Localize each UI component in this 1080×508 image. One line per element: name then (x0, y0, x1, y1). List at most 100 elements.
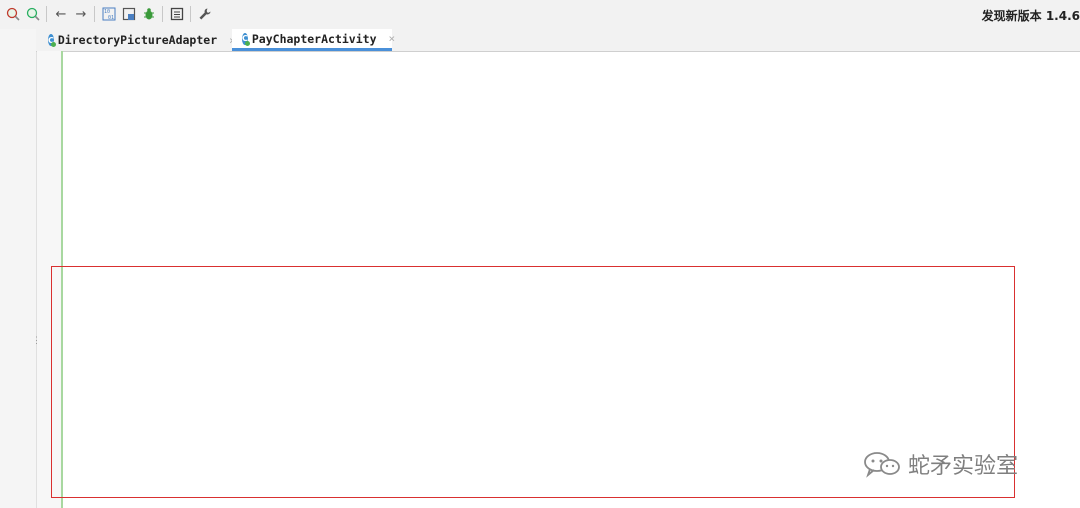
code-line[interactable]: } (91, 222, 97, 237)
code-line[interactable]: public boolean isRegisterEventBus() { (91, 251, 327, 266)
code-line[interactable]: isHasReadPay = true; (91, 370, 244, 385)
code-token: TextView mTvPayMoney; (91, 104, 225, 117)
code-token: String (499, 311, 538, 324)
code-line[interactable]: public void initData(Bundle bundle) { (91, 207, 327, 222)
code-token: ; (314, 178, 321, 191)
code-line[interactable]: @BindView(R2.id.tv_vip) (91, 118, 238, 133)
watermark: 蛇矛实验室 (862, 448, 1018, 480)
code-token: intent.putExtra(ChapterListItemBean. (91, 400, 347, 413)
splitter-handle[interactable]: ⋮ (32, 336, 41, 346)
code-token: TextView tvVip; (91, 133, 187, 146)
code-token: intent.putExtra( (91, 444, 219, 457)
code-token: initData(Bundle bundle) { (161, 207, 327, 220)
code-line[interactable]: Intent intent = new Intent(activity, Pay… (91, 384, 518, 399)
tab-pay-chapter-activity[interactable]: C PayChapterActivity × (232, 29, 395, 51)
code-token: , str2); (275, 429, 327, 442)
line-number-gutter (37, 51, 61, 508)
code-token: ( (237, 474, 245, 487)
code-token: new (218, 385, 238, 398)
code-line[interactable]: TextView mTvPayChapter; (91, 74, 238, 89)
code-token: Intent intent = (91, 385, 219, 398)
code-token: intent.putExtra( (91, 429, 219, 442)
code-token: if (116, 326, 130, 339)
log-window-icon[interactable] (168, 5, 186, 23)
binary-icon[interactable]: 10 01 (100, 5, 118, 23)
code-line[interactable]: return; (91, 340, 187, 355)
code-token: str, (460, 311, 500, 324)
code-token: boolean (926, 311, 972, 324)
code-token: .getSimpleName(), chapterListItemBean); (378, 400, 627, 413)
code-line[interactable]: private int selectPayType = 1; (91, 162, 282, 177)
bug-icon[interactable] (140, 5, 158, 23)
code-token: intent.putExtra( (91, 415, 219, 427)
code-token: public void (91, 207, 162, 220)
code-token: (R2.id.tv_pay_money) (148, 89, 276, 102)
code-line[interactable]: } (91, 281, 97, 296)
code-line[interactable]: } (91, 488, 97, 503)
code-token: isRegisterEventBus() { (180, 252, 327, 265)
code-token: private boolean (91, 178, 187, 191)
code-token: ; (276, 163, 283, 176)
code-line[interactable]: intent.putExtra("isWeb", z); (91, 458, 295, 473)
code-line[interactable]: intent.putExtra("comicName", str); (91, 414, 333, 429)
code-line[interactable]: Utils.startActivity(null, activity, inte… (91, 473, 397, 488)
code-token: null (244, 474, 270, 487)
code-token: class (346, 400, 379, 413)
back-arrow-icon[interactable]: ← (52, 5, 70, 23)
zoom-out-icon[interactable] (24, 5, 42, 23)
wrench-icon[interactable] (196, 5, 214, 23)
code-token: } (91, 355, 123, 368)
code-token: , z); (263, 459, 296, 472)
forward-arrow-icon[interactable]: → (72, 5, 90, 23)
code-line[interactable]: TextView mTvPayMoney; (91, 103, 225, 118)
code-token: ); (505, 385, 519, 398)
code-line[interactable]: if (isHasReadPay) { (91, 325, 238, 340)
tab-directory-picture-adapter[interactable]: C DirectoryPictureAdapter × (46, 29, 236, 51)
code-line[interactable]: intent.putExtra("comicId", str2); (91, 429, 327, 444)
update-notice[interactable]: 发现新版本 1.4.6 (982, 7, 1080, 24)
code-line[interactable]: intent.putExtra(ChapterListItemBean.clas… (91, 399, 627, 414)
toolbar-separator (46, 6, 47, 22)
code-token: "comicId" (218, 429, 276, 442)
code-token: chargeCoins = (186, 178, 283, 191)
code-token: (R2.id.tv_pay_chapter) (148, 59, 289, 72)
code-token: , str3); (256, 444, 308, 457)
code-line[interactable]: return true; (91, 266, 193, 281)
tab-label: PayChapterActivity (251, 31, 377, 46)
code-line[interactable]: public static void startActivity(Activit… (91, 310, 1003, 325)
code-token: @BindView (91, 59, 149, 72)
code-line[interactable]: intent.putExtra("task", str3); (91, 444, 308, 459)
code-token: } (91, 281, 98, 294)
code-line[interactable]: private boolean chargeCoins = false; (91, 177, 321, 192)
code-token: , str); (288, 415, 334, 427)
code-token: true (212, 370, 238, 383)
toolbar-separator (162, 6, 163, 22)
close-icon[interactable]: × (389, 32, 396, 45)
class-icon: C (242, 32, 250, 46)
class-icon: C (48, 34, 56, 47)
code-line[interactable]: TextView tvVip; (91, 133, 187, 148)
search-match: startActivity (154, 474, 238, 487)
code-token: ; (237, 370, 245, 383)
code-token: false (282, 178, 315, 191)
code-line[interactable]: @BindView(R2.id.tv_pay_money) (91, 88, 276, 103)
zoom-in-icon[interactable] (4, 5, 22, 23)
find-window-icon[interactable] (120, 5, 138, 23)
code-line[interactable]: @BindView(R2.id.tv_pay_chapter) (91, 59, 289, 74)
editor-tab-bar: C DirectoryPictureAdapter × C PayChapter… (36, 29, 1080, 52)
code-token: } (91, 489, 98, 501)
code-token: (isHasReadPay) { (129, 326, 238, 339)
code-token: @BindView (91, 89, 149, 102)
code-token: isHasReadPay = (91, 370, 213, 383)
code-line[interactable]: } (91, 355, 123, 370)
code-token: ; (180, 341, 187, 353)
code-token: private int (91, 163, 162, 176)
toolbar-separator (94, 6, 95, 22)
code-line[interactable]: private UserBean userBean; (91, 148, 257, 163)
tab-label: DirectoryPictureAdapter (57, 33, 218, 47)
svg-text:01: 01 (108, 15, 114, 21)
code-token: 1 (269, 163, 276, 176)
code-token: String (843, 311, 882, 324)
code-token: ; (186, 267, 194, 279)
